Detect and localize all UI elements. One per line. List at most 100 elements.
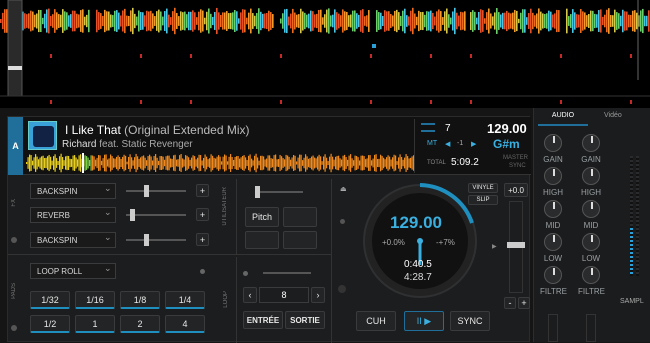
gain-label: GAIN xyxy=(543,155,563,164)
fx-panel: FX BACKSPIN REVERB BACKSPIN ⌄ ⌄ ⌄ + + + … xyxy=(8,179,236,255)
filter-knob-1[interactable] xyxy=(544,266,562,284)
key-down-button[interactable]: ◀ xyxy=(445,140,450,148)
filter-label: FILTRE xyxy=(578,287,605,296)
vinyl-button[interactable]: VINYLE xyxy=(468,183,498,193)
user-button-4[interactable] xyxy=(283,231,317,249)
sampler-label: SAMPL xyxy=(620,298,644,305)
pitch-plus-button[interactable]: + xyxy=(518,297,530,309)
chevron-down-icon[interactable]: ⌄ xyxy=(104,183,112,194)
mid-knob-1[interactable] xyxy=(544,200,562,218)
chevron-down-icon[interactable]: ⌄ xyxy=(104,232,112,243)
loop-pad[interactable]: 1/16 xyxy=(75,291,115,309)
fx-add-button-2[interactable]: + xyxy=(196,208,209,221)
fx-tab[interactable]: FX xyxy=(11,199,17,207)
loop-pad[interactable]: 1/2 xyxy=(30,315,70,333)
bpm-display: 129.00 xyxy=(487,121,527,136)
channel-fader-1[interactable] xyxy=(548,314,558,342)
chevron-down-icon[interactable]: ⌄ xyxy=(104,263,112,274)
low-knob-2[interactable] xyxy=(582,233,600,251)
jog-led xyxy=(340,219,345,224)
key-up-button[interactable]: ▶ xyxy=(471,140,476,148)
loop-pad[interactable]: 1/8 xyxy=(120,291,160,309)
mid-knob-2[interactable] xyxy=(582,200,600,218)
low-label: LOW xyxy=(543,254,563,263)
time-remaining: 5:09.2 xyxy=(451,157,479,168)
loop-pad[interactable]: 1/32 xyxy=(30,291,70,309)
high-label: HIGH xyxy=(581,188,601,197)
pitch-percent: +0.0% xyxy=(382,238,405,247)
loop-tab[interactable]: LOOP xyxy=(223,291,229,308)
fx-slider-3[interactable] xyxy=(126,234,186,246)
pitch-button[interactable]: Pitch xyxy=(245,207,279,227)
tab-video[interactable]: Vidéo xyxy=(604,112,644,126)
deck-header: A I Like That (Original Extended Mix) Ri… xyxy=(8,117,531,175)
track-info-panel: 7 129.00 MT ◀ -1 ▶ G#m TOTAL 5:09.2 MAST… xyxy=(414,119,531,173)
fx-led xyxy=(11,237,17,243)
tab-audio[interactable]: AUDIO xyxy=(538,112,588,126)
mid-label: MID xyxy=(583,221,599,230)
mt-toggle[interactable]: MT xyxy=(427,140,437,147)
loop-panel: LOOP ‹ 8 › ENTRÉE SORTIE xyxy=(223,257,331,343)
channel-fader-2[interactable] xyxy=(586,314,596,342)
play-pause-button[interactable]: II ▶ xyxy=(404,311,444,331)
pitch-value[interactable]: +0.0 xyxy=(504,183,528,197)
loop-pad[interactable]: 4 xyxy=(165,315,205,333)
loop-halve-button[interactable]: ‹ xyxy=(243,287,257,303)
filter-knob-2[interactable] xyxy=(582,266,600,284)
user-button-3[interactable] xyxy=(245,231,279,249)
track-artist: Richard xyxy=(62,139,97,150)
loop-out-button[interactable]: SORTIE xyxy=(285,311,325,329)
fx-add-button-1[interactable]: + xyxy=(196,184,209,197)
eject-icon[interactable]: ⏏ xyxy=(340,185,347,193)
pitch-minus-button[interactable]: - xyxy=(504,297,516,309)
total-label: TOTAL xyxy=(427,160,446,166)
chevron-down-icon[interactable]: ⌄ xyxy=(104,207,112,218)
high-knob-1[interactable] xyxy=(544,167,562,185)
low-label: LOW xyxy=(581,254,601,263)
pitch-range: -+7% xyxy=(436,238,455,247)
mid-label: MID xyxy=(545,221,561,230)
jog-panel: ⏏ 129.00 +0.0% -+7% 0:40.5 4:28.7 VINYLE… xyxy=(331,179,531,343)
loop-in-button[interactable]: ENTRÉE xyxy=(243,311,283,329)
track-mix: (Original Extended Mix) xyxy=(120,123,250,137)
jog-led-2 xyxy=(338,285,346,293)
user-button-2[interactable] xyxy=(283,207,317,227)
user-panel: Pitch xyxy=(236,179,331,255)
fx-slider-2[interactable] xyxy=(126,209,186,221)
track-artist-line: Richard feat. Static Revenger xyxy=(62,139,193,150)
pitch-slider[interactable] xyxy=(507,201,525,293)
loop-pad[interactable]: 1/4 xyxy=(165,291,205,309)
waveform-overview[interactable] xyxy=(0,0,650,108)
track-title: I Like That xyxy=(65,123,121,137)
high-knob-2[interactable] xyxy=(582,167,600,185)
loop-double-button[interactable]: › xyxy=(311,287,325,303)
loop-length: 8 xyxy=(259,287,309,303)
slip-button[interactable]: SLIP xyxy=(468,195,498,205)
track-number: 7 xyxy=(445,123,451,134)
gain-knob-1[interactable] xyxy=(544,134,562,152)
master-label: MASTER xyxy=(503,155,529,161)
filter-label: FILTRE xyxy=(540,287,567,296)
fx-add-button-3[interactable]: + xyxy=(196,233,209,246)
sync-label: SYNC xyxy=(509,163,526,169)
user-tab[interactable]: UTILISATEUR xyxy=(222,187,228,226)
loop-slider[interactable] xyxy=(263,272,311,274)
fx-slider-1[interactable] xyxy=(126,185,186,197)
elapsed-time: 0:40.5 xyxy=(404,259,432,270)
key-shift-down[interactable]: -1 xyxy=(457,140,463,147)
mixer-panel: AUDIO Vidéo SAMPL GAIN HIGH MID LOW FILTRE GA… xyxy=(533,108,650,342)
loop-pad[interactable]: 2 xyxy=(120,315,160,333)
deck-a: A I Like That (Original Extended Mix) Ri… xyxy=(7,116,531,343)
user-slider[interactable] xyxy=(255,186,303,198)
deck-letter[interactable]: A xyxy=(8,117,23,175)
loop-pad[interactable]: 1 xyxy=(75,315,115,333)
pads-tab[interactable]: PADS xyxy=(11,283,17,299)
sync-button[interactable]: SYNC xyxy=(450,311,490,331)
low-knob-1[interactable] xyxy=(544,233,562,251)
vu-meter xyxy=(626,156,644,276)
pads-led xyxy=(11,325,17,331)
key-display: G#m xyxy=(493,137,520,151)
track-waveform[interactable] xyxy=(26,153,414,173)
gain-knob-2[interactable] xyxy=(582,134,600,152)
cue-button[interactable]: CUH xyxy=(356,311,396,331)
